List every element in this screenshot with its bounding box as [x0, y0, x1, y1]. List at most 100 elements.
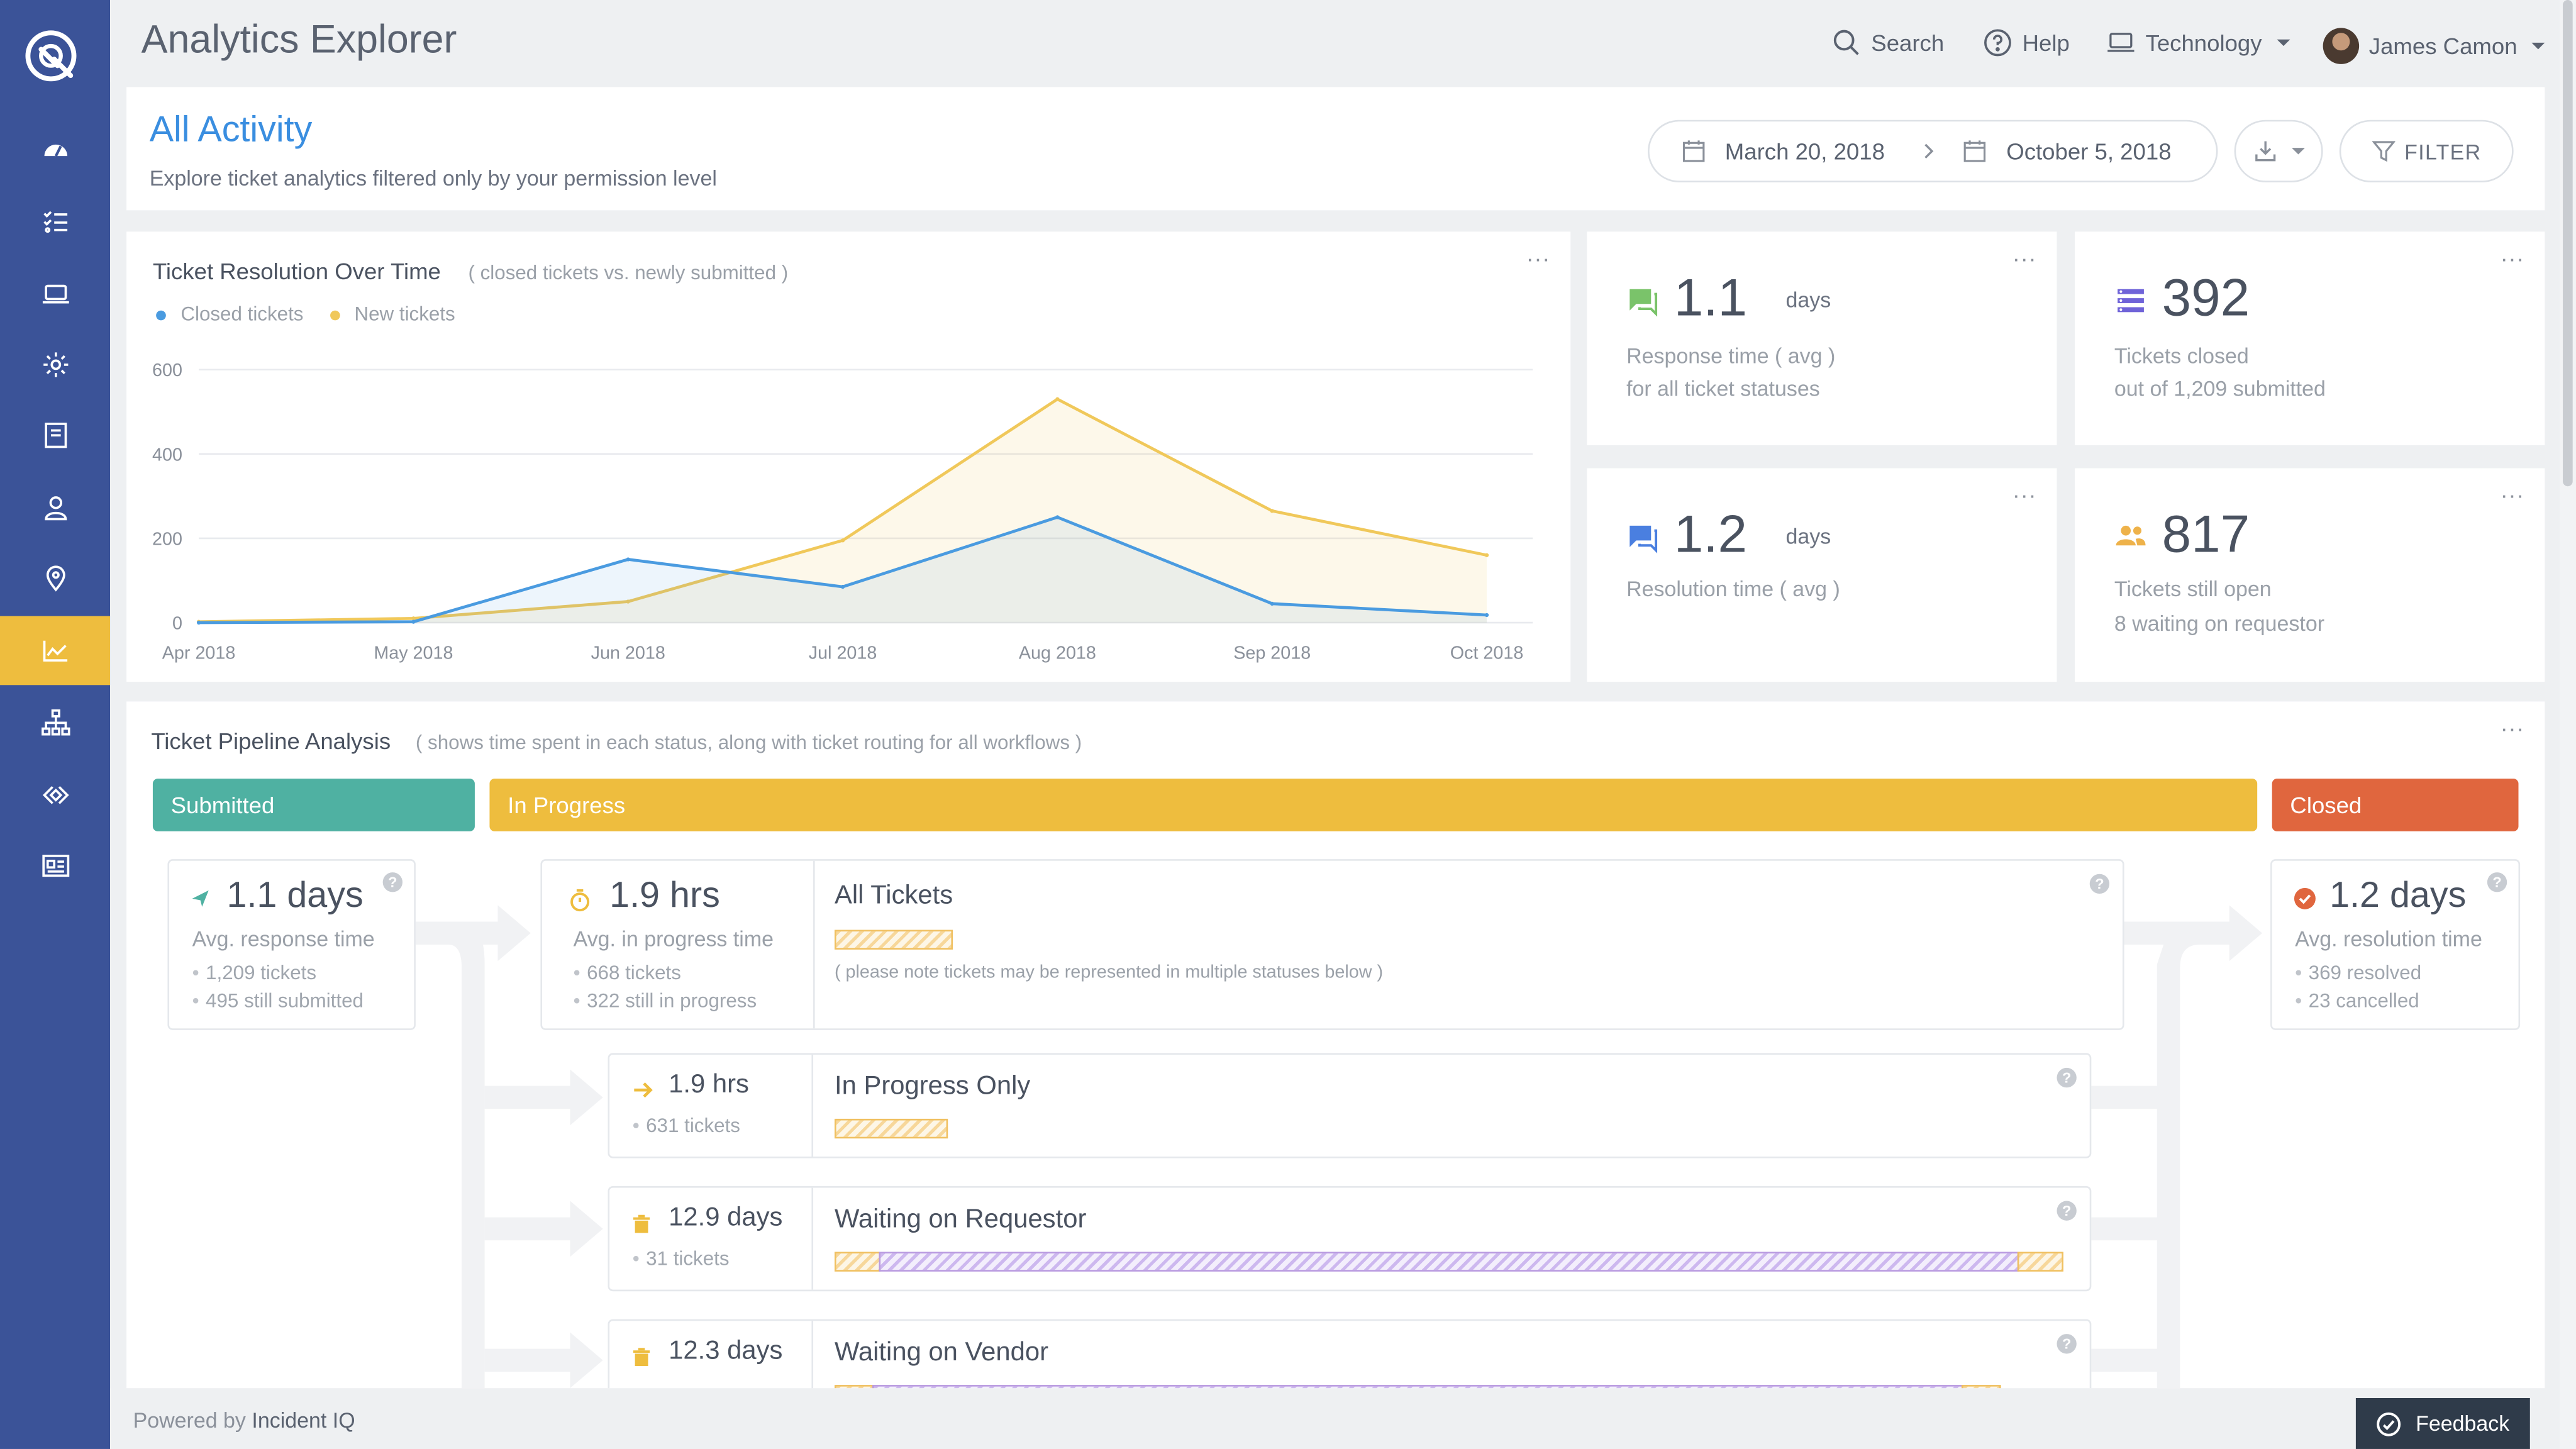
x-tick-label: Oct 2018	[1450, 643, 1524, 663]
more-options-button[interactable]: ...	[2013, 477, 2037, 503]
status-row-waiting-on-vendor[interactable]: 12.3 days Waiting on Vendor ?	[608, 1319, 2092, 1389]
incident-iq-logo-icon[interactable]	[21, 26, 87, 92]
stat-card-tickets-closed: ... 392 Tickets closed out of 1,209 subm…	[2075, 231, 2545, 445]
site-label: Technology	[2146, 30, 2262, 56]
all-tickets-note: ( please note tickets may be represented…	[835, 963, 1383, 982]
paper-plane-icon	[191, 889, 210, 908]
row-count: 31 tickets	[633, 1247, 730, 1270]
laptop-icon	[40, 279, 70, 309]
search-button[interactable]: Search	[1832, 28, 1945, 57]
data-point	[411, 616, 415, 620]
footer: Powered by Incident IQ Feedback	[110, 1388, 2576, 1449]
download-icon	[2253, 140, 2277, 163]
dashboard-icon	[40, 135, 70, 164]
more-options-button[interactable]: ...	[2501, 240, 2525, 266]
all-tickets-box: 1.9 hrs Avg. in progress time 668 ticket…	[540, 859, 2124, 1030]
nav-analytics[interactable]	[0, 616, 110, 686]
row-bar-end[interactable]	[2018, 1252, 2063, 1271]
x-tick-label: Apr 2018	[162, 643, 236, 663]
export-button[interactable]	[2235, 120, 2323, 182]
map-pin-icon	[40, 564, 70, 593]
avatar	[2323, 28, 2359, 64]
nav-settings[interactable]	[0, 330, 110, 399]
in-progress-label: Avg. in progress time	[574, 926, 774, 951]
data-point	[1485, 553, 1489, 557]
sidebar	[0, 0, 110, 1449]
laptop-icon	[2106, 28, 2136, 57]
row-value: 12.3 days	[669, 1337, 782, 1367]
data-point	[841, 538, 845, 542]
user-menu[interactable]: James Camon	[2323, 28, 2545, 64]
powered-by: Powered by Incident IQ	[133, 1408, 355, 1433]
nav-news[interactable]	[0, 831, 110, 901]
filter-label: FILTER	[2404, 139, 2481, 164]
ticket-pipeline-card: Ticket Pipeline Analysis ( shows time sp…	[126, 701, 2545, 1388]
help-icon[interactable]: ?	[2057, 1334, 2076, 1353]
arrow-right-icon	[633, 1079, 654, 1101]
help-icon[interactable]: ?	[2487, 872, 2507, 892]
integrations-icon	[40, 780, 70, 810]
row-bar-waiting[interactable]	[879, 1252, 2019, 1271]
powered-prefix: Powered by	[133, 1408, 246, 1433]
submitted-bullet-2: 495 still submitted	[192, 989, 364, 1013]
nav-assets[interactable]	[0, 260, 110, 329]
help-icon[interactable]: ?	[2090, 874, 2109, 894]
all-tickets-bar[interactable]	[835, 930, 953, 950]
chevron-down-icon	[2532, 43, 2545, 49]
start-date[interactable]: March 20, 2018	[1725, 138, 1885, 164]
nav-knowledge[interactable]	[0, 401, 110, 470]
nav-users[interactable]	[0, 473, 110, 542]
nav-org[interactable]	[0, 689, 110, 758]
more-options-button[interactable]: ...	[2501, 477, 2525, 503]
closed-bullet-2: 23 cancelled	[2295, 989, 2419, 1013]
stat-card-response-time: ... 1.1 days Response time ( avg ) for a…	[1587, 231, 2057, 445]
help-icon[interactable]: ?	[383, 872, 402, 892]
stat-unit: days	[1785, 287, 1831, 312]
people-icon	[2114, 521, 2147, 553]
more-options-button[interactable]: ...	[2013, 240, 2037, 266]
help-label: Help	[2023, 30, 2070, 56]
calendar-icon	[1963, 140, 1987, 163]
row-value: 1.9 hrs	[669, 1071, 749, 1101]
page-scrollbar[interactable]	[2560, 0, 2576, 1449]
site-selector[interactable]: Technology	[2106, 28, 2290, 57]
top-bar: Analytics Explorer Search Help Technolog…	[110, 0, 2576, 82]
help-icon[interactable]: ?	[2057, 1068, 2076, 1087]
gear-icon	[40, 350, 70, 379]
help-button[interactable]: Help	[1983, 28, 2070, 57]
stat-label: Response time ( avg )	[1626, 343, 1835, 368]
calendar-icon	[1682, 140, 1706, 163]
nav-locations[interactable]	[0, 544, 110, 613]
date-range-picker[interactable]: March 20, 2018 October 5, 2018	[1648, 120, 2218, 182]
box-divider	[813, 861, 815, 1028]
data-point	[1485, 613, 1489, 617]
nav-dashboard[interactable]	[0, 115, 110, 184]
nav-integrations[interactable]	[0, 760, 110, 830]
row-value: 12.9 days	[669, 1204, 782, 1234]
y-tick-label: 0	[172, 613, 182, 633]
help-icon[interactable]: ?	[2057, 1201, 2076, 1221]
row-bar[interactable]	[835, 1119, 948, 1138]
feedback-button[interactable]: Feedback	[2356, 1398, 2530, 1449]
app-title: Analytics Explorer	[142, 18, 457, 64]
in-progress-bullet-1: 668 tickets	[574, 961, 681, 984]
box-divider	[811, 1188, 813, 1290]
data-point	[841, 585, 845, 589]
scrollbar-thumb[interactable]	[2563, 0, 2573, 486]
feedback-label: Feedback	[2416, 1411, 2509, 1436]
y-tick-label: 600	[152, 360, 182, 380]
ticket-resolution-chart-card: Ticket Resolution Over Time ( closed tic…	[126, 231, 1570, 682]
page-title: All Activity	[150, 108, 313, 151]
nav-tickets[interactable]	[0, 187, 110, 257]
powered-brand[interactable]: Incident IQ	[252, 1408, 355, 1433]
status-row-in-progress-only[interactable]: 1.9 hrs 631 tickets In Progress Only ?	[608, 1053, 2092, 1158]
filter-button[interactable]: FILTER	[2340, 120, 2514, 182]
stopwatch-icon	[569, 889, 592, 912]
status-row-waiting-on-requestor[interactable]: 12.9 days 31 tickets Waiting on Requesto…	[608, 1186, 2092, 1291]
row-bar-start[interactable]	[835, 1252, 880, 1271]
x-tick-label: Jul 2018	[809, 643, 877, 663]
check-circle-icon	[2294, 887, 2317, 911]
end-date[interactable]: October 5, 2018	[2006, 138, 2171, 164]
filter-icon	[2372, 140, 2395, 163]
data-point	[1270, 602, 1274, 606]
